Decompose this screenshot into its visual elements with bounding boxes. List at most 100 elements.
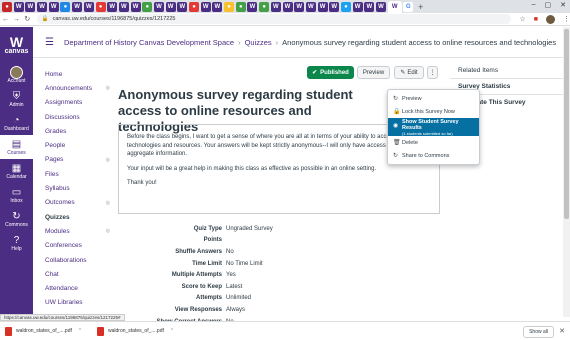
global-nav-admin[interactable]: ⛨ Admin: [0, 87, 33, 111]
breadcrumb-quizzes[interactable]: Quizzes: [245, 38, 272, 47]
course-nav-uw-libraries[interactable]: UW Libraries: [45, 296, 110, 310]
w-tab-icon[interactable]: W: [165, 1, 176, 12]
course-nav-announcements[interactable]: Announcements ◎: [45, 81, 110, 95]
new-tab-icon[interactable]: +: [418, 2, 423, 12]
show-all-button[interactable]: Show all: [523, 326, 554, 338]
detail-row: Score to Keep Latest: [118, 281, 368, 293]
detail-row: Attempts Unlimited: [118, 293, 368, 305]
w-tab-icon[interactable]: W: [48, 1, 59, 12]
breadcrumb-separator: ›: [238, 37, 241, 47]
course-nav-grades[interactable]: Grades: [45, 124, 110, 138]
w-tab-icon[interactable]: W: [83, 1, 94, 12]
detail-row: Shuffle Answers No: [118, 246, 368, 258]
menu-item-delete[interactable]: 🗑 Delete: [388, 136, 479, 149]
close-downloads-icon[interactable]: ✕: [559, 327, 565, 335]
a-tab-icon[interactable]: ●: [60, 1, 71, 12]
url-input[interactable]: 🔒 canvas.uw.edu/courses/1196875/quizzes/…: [36, 14, 512, 24]
w-tab-icon[interactable]: W: [270, 1, 281, 12]
g-tab-icon[interactable]: ●: [259, 1, 270, 12]
page-scrollbar[interactable]: [563, 27, 570, 317]
w-tab-icon[interactable]: W: [294, 1, 305, 12]
more-options-button[interactable]: ⋮: [427, 66, 438, 79]
course-nav-chat[interactable]: Chat: [45, 267, 110, 281]
global-nav-inbox[interactable]: ▭ Inbox: [0, 183, 33, 207]
hamburger-menu-icon[interactable]: ☰: [45, 37, 54, 48]
scrollbar-thumb[interactable]: [564, 29, 569, 219]
published-button[interactable]: ✔ Published: [307, 66, 354, 79]
w-tab-icon[interactable]: W: [13, 1, 24, 12]
menu-item-share-to-commons[interactable]: ↻ Share to Commons: [388, 149, 479, 162]
chevron-up-icon[interactable]: ⌃: [78, 328, 82, 334]
course-nav-files[interactable]: Files: [45, 167, 110, 181]
c-tab-icon[interactable]: ●: [95, 1, 106, 12]
course-nav-collaborations[interactable]: Collaborations: [45, 253, 110, 267]
course-nav-syllabus[interactable]: Syllabus: [45, 181, 110, 195]
reload-icon[interactable]: ↻: [22, 15, 33, 23]
w-tab-icon[interactable]: W: [153, 1, 164, 12]
w-tab-icon[interactable]: W: [376, 1, 386, 12]
canvas-tab-icon[interactable]: ●: [2, 1, 12, 12]
course-nav-outcomes[interactable]: Outcomes ◎: [45, 196, 110, 210]
w-tab-icon[interactable]: W: [130, 1, 141, 12]
back-arrow-icon[interactable]: ←: [0, 16, 11, 23]
extension-icon[interactable]: ■: [534, 16, 538, 23]
canvas-logo[interactable]: W canvas: [0, 27, 33, 63]
course-nav-people[interactable]: People: [45, 138, 110, 152]
w-tab-icon[interactable]: W: [37, 1, 48, 12]
w-tab-icon[interactable]: W: [364, 1, 375, 12]
w-tab-icon[interactable]: W: [107, 1, 118, 12]
detail-value: Latest: [226, 283, 243, 290]
w-tab-icon[interactable]: W: [200, 1, 211, 12]
menu-item-show-student-survey-results[interactable]: ◉ Show Student Survey Results (1 students …: [388, 118, 479, 136]
w-tab-icon[interactable]: W: [329, 1, 340, 12]
global-nav-account[interactable]: Account: [0, 63, 33, 87]
doc-tab-icon[interactable]: ●: [189, 1, 199, 12]
w-tab-icon[interactable]: W: [282, 1, 293, 12]
browser-menu-icon[interactable]: ⋮: [563, 15, 570, 23]
minimize-icon[interactable]: –: [532, 1, 536, 9]
course-nav-attendance[interactable]: Attendance: [45, 281, 110, 295]
edit-button[interactable]: ✎ Edit: [394, 66, 424, 79]
drive-tab-icon[interactable]: ●: [224, 1, 235, 12]
w-tab-icon[interactable]: W: [305, 1, 316, 12]
w-tab-icon[interactable]: W: [118, 1, 129, 12]
download-item[interactable]: waldron_states_of_....pdf ⌃: [97, 326, 189, 336]
chevron-up-icon[interactable]: ⌃: [170, 328, 174, 334]
close-window-icon[interactable]: ✕: [560, 1, 566, 9]
global-nav-commons[interactable]: ↻ Commons: [0, 207, 33, 231]
w-tab-icon[interactable]: W: [212, 1, 223, 12]
preview-button[interactable]: Preview: [357, 66, 390, 79]
global-nav-courses[interactable]: ▤ Courses: [0, 135, 33, 159]
w-tab-icon[interactable]: W: [72, 1, 83, 12]
breadcrumb-course[interactable]: Department of History Canvas Development…: [64, 38, 234, 47]
course-nav-quizzes[interactable]: Quizzes: [45, 210, 110, 224]
course-nav-pages[interactable]: Pages ◎: [45, 153, 110, 167]
maximize-icon[interactable]: ▢: [545, 1, 552, 9]
course-nav-home[interactable]: Home: [45, 67, 110, 81]
w-tab-icon[interactable]: W: [177, 1, 188, 12]
global-nav-calendar[interactable]: ▦ Calendar: [0, 159, 33, 183]
w-tab-icon[interactable]: W: [352, 1, 363, 12]
global-nav-help[interactable]: ? Help: [0, 231, 33, 255]
g-tab-icon[interactable]: ●: [142, 1, 153, 12]
drive-tab-icon[interactable]: ●: [235, 1, 246, 12]
course-nav-assignments[interactable]: Assignments: [45, 96, 110, 110]
w-tab-icon[interactable]: W: [317, 1, 328, 12]
window-controls: – ▢ ✕: [532, 1, 566, 9]
course-nav-modules[interactable]: Modules ◎: [45, 224, 110, 238]
download-item[interactable]: waldron_states_of_....pdf ⌃: [5, 326, 97, 336]
forward-arrow-icon[interactable]: →: [11, 16, 22, 23]
course-nav-discussions[interactable]: Discussions: [45, 110, 110, 124]
star-icon[interactable]: ☆: [519, 15, 525, 23]
course-nav-conferences[interactable]: Conferences: [45, 239, 110, 253]
global-nav-dashboard[interactable]: ◔ Dashboard: [0, 111, 33, 135]
twitter-tab-icon[interactable]: ●: [340, 1, 351, 12]
published-label: Published: [320, 69, 349, 76]
profile-avatar[interactable]: [546, 14, 555, 24]
menu-item-lock-this-survey-now[interactable]: 🔒 Lock this Survey Now: [388, 105, 479, 118]
w-tab-icon[interactable]: W: [247, 1, 258, 12]
w-tab-icon[interactable]: W: [25, 1, 36, 12]
menu-item-preview[interactable]: ↻ Preview: [388, 92, 479, 105]
active-tab-icon[interactable]: W: [387, 1, 402, 13]
google-tab-icon[interactable]: G: [403, 1, 414, 12]
